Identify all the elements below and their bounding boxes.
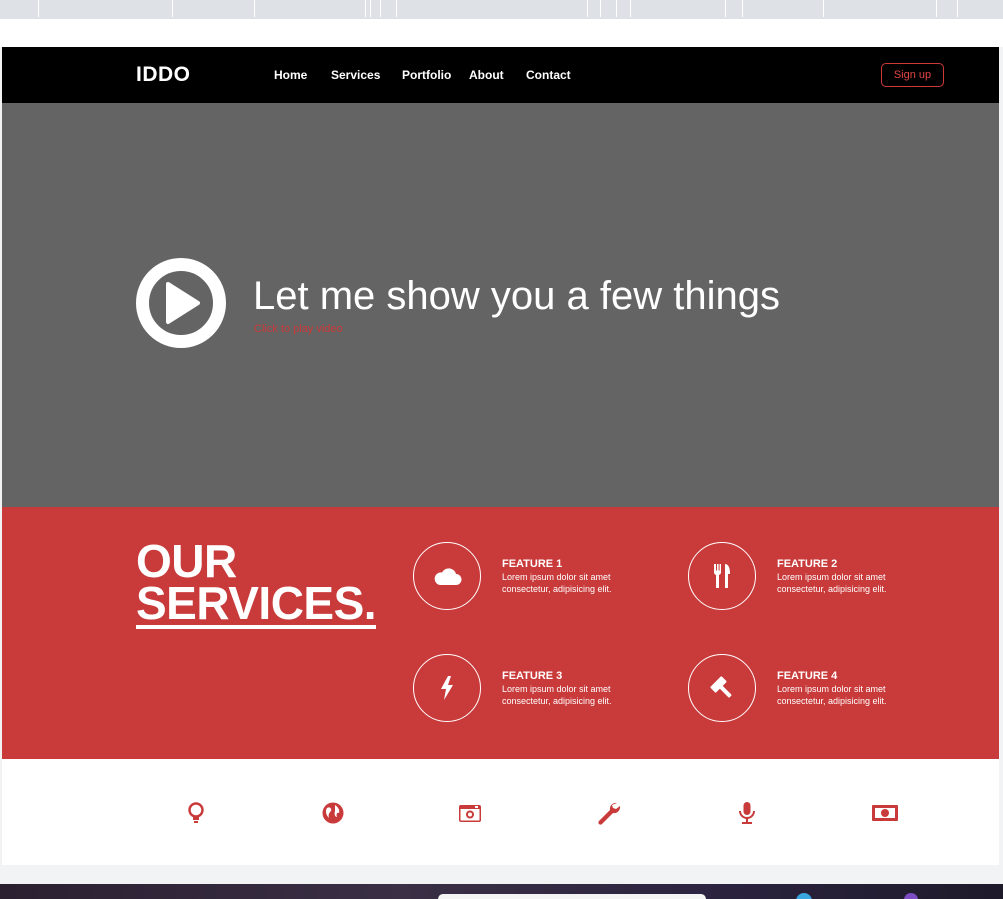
hero-title: Let me show you a few things — [253, 274, 780, 318]
microphone-icon[interactable] — [734, 800, 760, 826]
feature-title: FEATURE 2 — [777, 558, 838, 570]
feature-title: FEATURE 1 — [502, 558, 563, 570]
signup-button[interactable]: Sign up — [881, 63, 944, 87]
feature-description: Lorem ipsum dolor sit amet consectetur, … — [502, 684, 612, 706]
globe-icon[interactable] — [320, 800, 346, 826]
feature-description: Lorem ipsum dolor sit amet consectetur, … — [502, 572, 612, 594]
lightning-icon — [441, 676, 453, 700]
wrench-icon[interactable] — [596, 800, 622, 826]
top-navbar: IDDO Home Services Portfolio About Conta… — [2, 47, 999, 103]
site-logo[interactable]: IDDO — [136, 63, 191, 87]
web-page: IDDO Home Services Portfolio About Conta… — [2, 47, 999, 865]
cloud-icon — [434, 568, 462, 585]
feature-title: FEATURE 4 — [777, 670, 838, 682]
feature-title: FEATURE 3 — [502, 670, 563, 682]
feature-description: Lorem ipsum dolor sit amet consectetur, … — [777, 572, 887, 594]
money-icon[interactable] — [871, 800, 898, 826]
services-heading-line1: OUR — [136, 535, 237, 587]
nav-portfolio[interactable]: Portfolio — [402, 68, 451, 82]
lightbulb-icon[interactable] — [183, 800, 209, 826]
feature-icon-ring — [413, 542, 481, 610]
cutlery-icon — [713, 564, 730, 588]
services-heading: OUR SERVICES. — [136, 535, 377, 629]
gavel-icon — [710, 676, 732, 698]
camera-icon[interactable] — [457, 800, 483, 826]
browser-tab-strip — [0, 0, 1003, 19]
services-section: OUR SERVICES. FEATURE 1 Lorem ipsum dolo… — [2, 507, 999, 759]
icon-bar — [2, 759, 999, 865]
nav-about[interactable]: About — [469, 68, 504, 82]
nav-services[interactable]: Services — [331, 68, 380, 82]
play-video-link[interactable]: Click to play video — [254, 323, 343, 335]
nav-contact[interactable]: Contact — [526, 68, 571, 82]
feature-icon-ring — [688, 542, 756, 610]
play-triangle-icon — [166, 282, 200, 324]
feature-icon-ring — [688, 654, 756, 722]
browser-toolbar-gap — [0, 19, 1003, 47]
services-heading-line2: SERVICES. — [136, 577, 377, 629]
feature-description: Lorem ipsum dolor sit amet consectetur, … — [777, 684, 887, 706]
nav-home[interactable]: Home — [274, 68, 307, 82]
taskbar-search[interactable] — [438, 894, 706, 899]
play-circle-icon[interactable] — [136, 258, 226, 348]
hero-section: Let me show you a few things Click to pl… — [2, 103, 999, 507]
feature-icon-ring — [413, 654, 481, 722]
